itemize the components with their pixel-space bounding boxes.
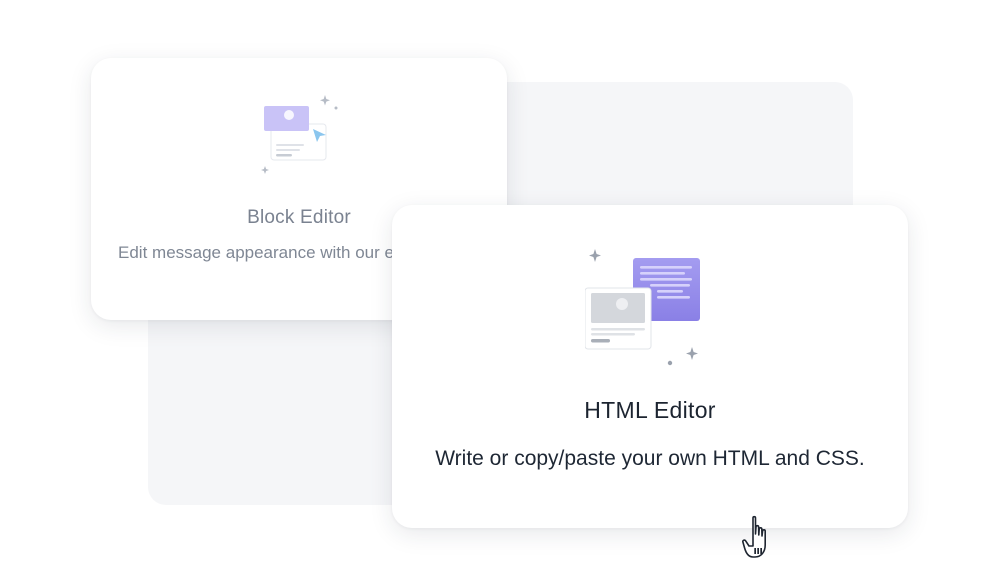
html-editor-description: Write or copy/paste your own HTML and CS…	[435, 447, 865, 470]
block-editor-title: Block Editor	[247, 207, 351, 228]
html-editor-title: HTML Editor	[584, 397, 716, 423]
block-editor-illustration-icon	[254, 91, 344, 181]
html-editor-card[interactable]: HTML Editor Write or copy/paste your own…	[392, 205, 908, 528]
editor-chooser: Block Editor Edit message appearance wit…	[0, 0, 1000, 588]
html-editor-illustration-icon	[584, 245, 715, 375]
hand-pointer-icon	[742, 515, 780, 561]
